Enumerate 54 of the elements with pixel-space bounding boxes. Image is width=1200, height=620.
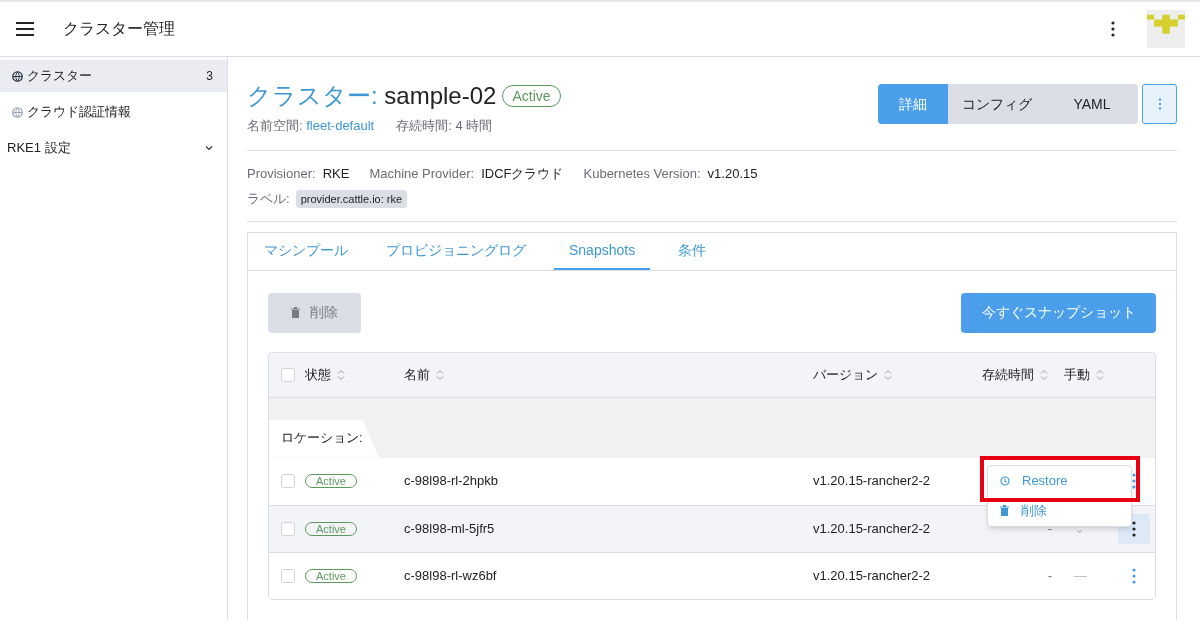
checkbox[interactable] [281, 568, 295, 583]
table-cell-text: v1.20.15-rancher2-2 [813, 519, 932, 538]
column-header[interactable]: バージョン [813, 364, 878, 385]
sort-icon [436, 368, 444, 381]
column-header[interactable]: 手動 [1064, 364, 1090, 385]
restore-icon [1000, 475, 1010, 486]
namespace-text: 名前空間: fleet-default [247, 117, 375, 135]
menu-icon[interactable] [16, 22, 34, 36]
info-value: RKE [322, 164, 350, 183]
sort-icon [337, 368, 345, 381]
chevron-icon [205, 145, 213, 151]
info-value: IDCFクラウド [481, 164, 564, 183]
trash-icon [291, 307, 300, 318]
view-toggle[interactable]: YAML [1046, 84, 1138, 124]
column-header[interactable]: 名前 [404, 364, 430, 385]
label-tag: provider.cattle.io: rke [295, 189, 408, 208]
avatar-icon[interactable] [1147, 10, 1185, 48]
table-cell-text: v1.20.15-rancher2-2 [813, 566, 932, 585]
checkbox[interactable] [281, 474, 295, 488]
group-label: ロケーション: [281, 429, 363, 447]
table-cell-text: c-98l98-ml-5jfr5 [404, 519, 496, 538]
sidebar-item[interactable]: クラウド認証情報 [0, 96, 227, 128]
app-title: クラスター管理 [63, 19, 175, 39]
column-header[interactable]: 状態 [305, 364, 331, 385]
info-label: Machine Provider: [369, 164, 475, 183]
trash-icon [1000, 505, 1009, 516]
more-icon [1158, 98, 1161, 110]
info-value: v1.20.15 [707, 164, 758, 183]
checkbox[interactable] [281, 521, 295, 536]
sidebar-item[interactable]: クラスター 3 [0, 60, 227, 92]
column-header[interactable]: 存続時間 [982, 364, 1034, 385]
table-row[interactable]: Active c-98l98-rl-wz6bf v1.20.15-rancher2-2 - — [269, 551, 1155, 599]
more-button[interactable] [1142, 84, 1177, 124]
table-cell-text: c-98l98-rl-wz6bf [404, 566, 498, 585]
info-label: Provisioner: [247, 164, 316, 183]
more-icon [1131, 567, 1136, 584]
sort-icon [1040, 368, 1048, 381]
table-cell: — [1074, 567, 1087, 583]
info-label: Kubernetes Version: [583, 164, 701, 183]
table-cell: - [1047, 567, 1052, 583]
table-cell-text: v1.20.15-rancher2-2 [813, 472, 932, 491]
page-title: クラスター: sample-02 [247, 81, 497, 111]
age-text: 存続時間: 4 時間 [396, 117, 493, 135]
count: 3 [206, 68, 213, 85]
table-cell-text: c-98l98-rl-2hpkb [404, 472, 499, 491]
sort-icon [884, 368, 892, 381]
sort-icon [1096, 368, 1104, 381]
sidebar-group[interactable]: RKE1 設定 [0, 132, 227, 164]
labels-label: ラベル: [247, 190, 290, 208]
checkbox[interactable] [281, 367, 295, 382]
view-toggle[interactable]: コンフィグ [948, 84, 1046, 124]
globe-icon [12, 70, 23, 82]
more-icon [1111, 21, 1115, 37]
globe-icon [12, 106, 23, 118]
